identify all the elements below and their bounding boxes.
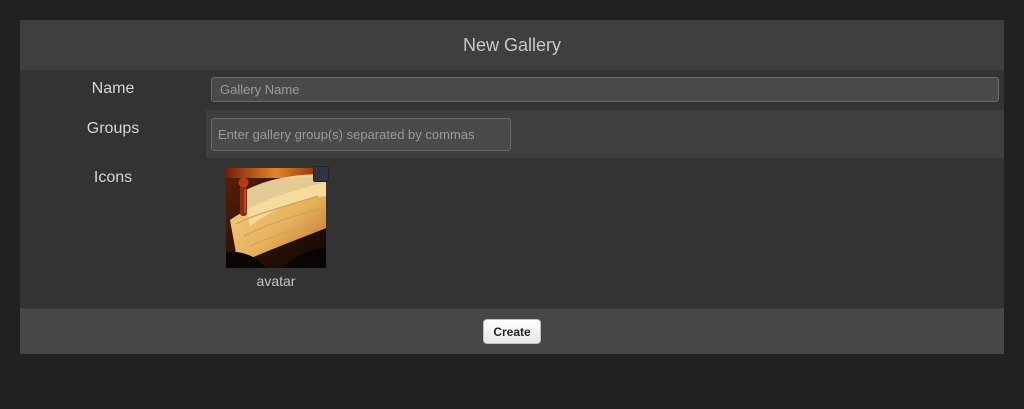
groups-label: Groups <box>86 120 140 137</box>
panel-title: New Gallery <box>462 35 562 55</box>
create-button[interactable]: Create <box>483 319 541 344</box>
new-gallery-panel: New Gallery Name Groups Icons Gallery Na… <box>20 20 1004 354</box>
name-label: Name <box>91 80 135 97</box>
icon-option[interactable]: avatar <box>226 166 329 293</box>
checkbox-icon[interactable] <box>313 166 329 182</box>
footer-bar: Create <box>20 309 1004 354</box>
book-photo-icon[interactable] <box>226 168 326 268</box>
icon-caption: avatar <box>256 273 296 289</box>
label-column <box>20 70 206 308</box>
icons-label: Icons <box>93 169 133 186</box>
gallery-groups-input[interactable] <box>211 118 511 151</box>
gallery-name-input[interactable] <box>211 77 999 102</box>
